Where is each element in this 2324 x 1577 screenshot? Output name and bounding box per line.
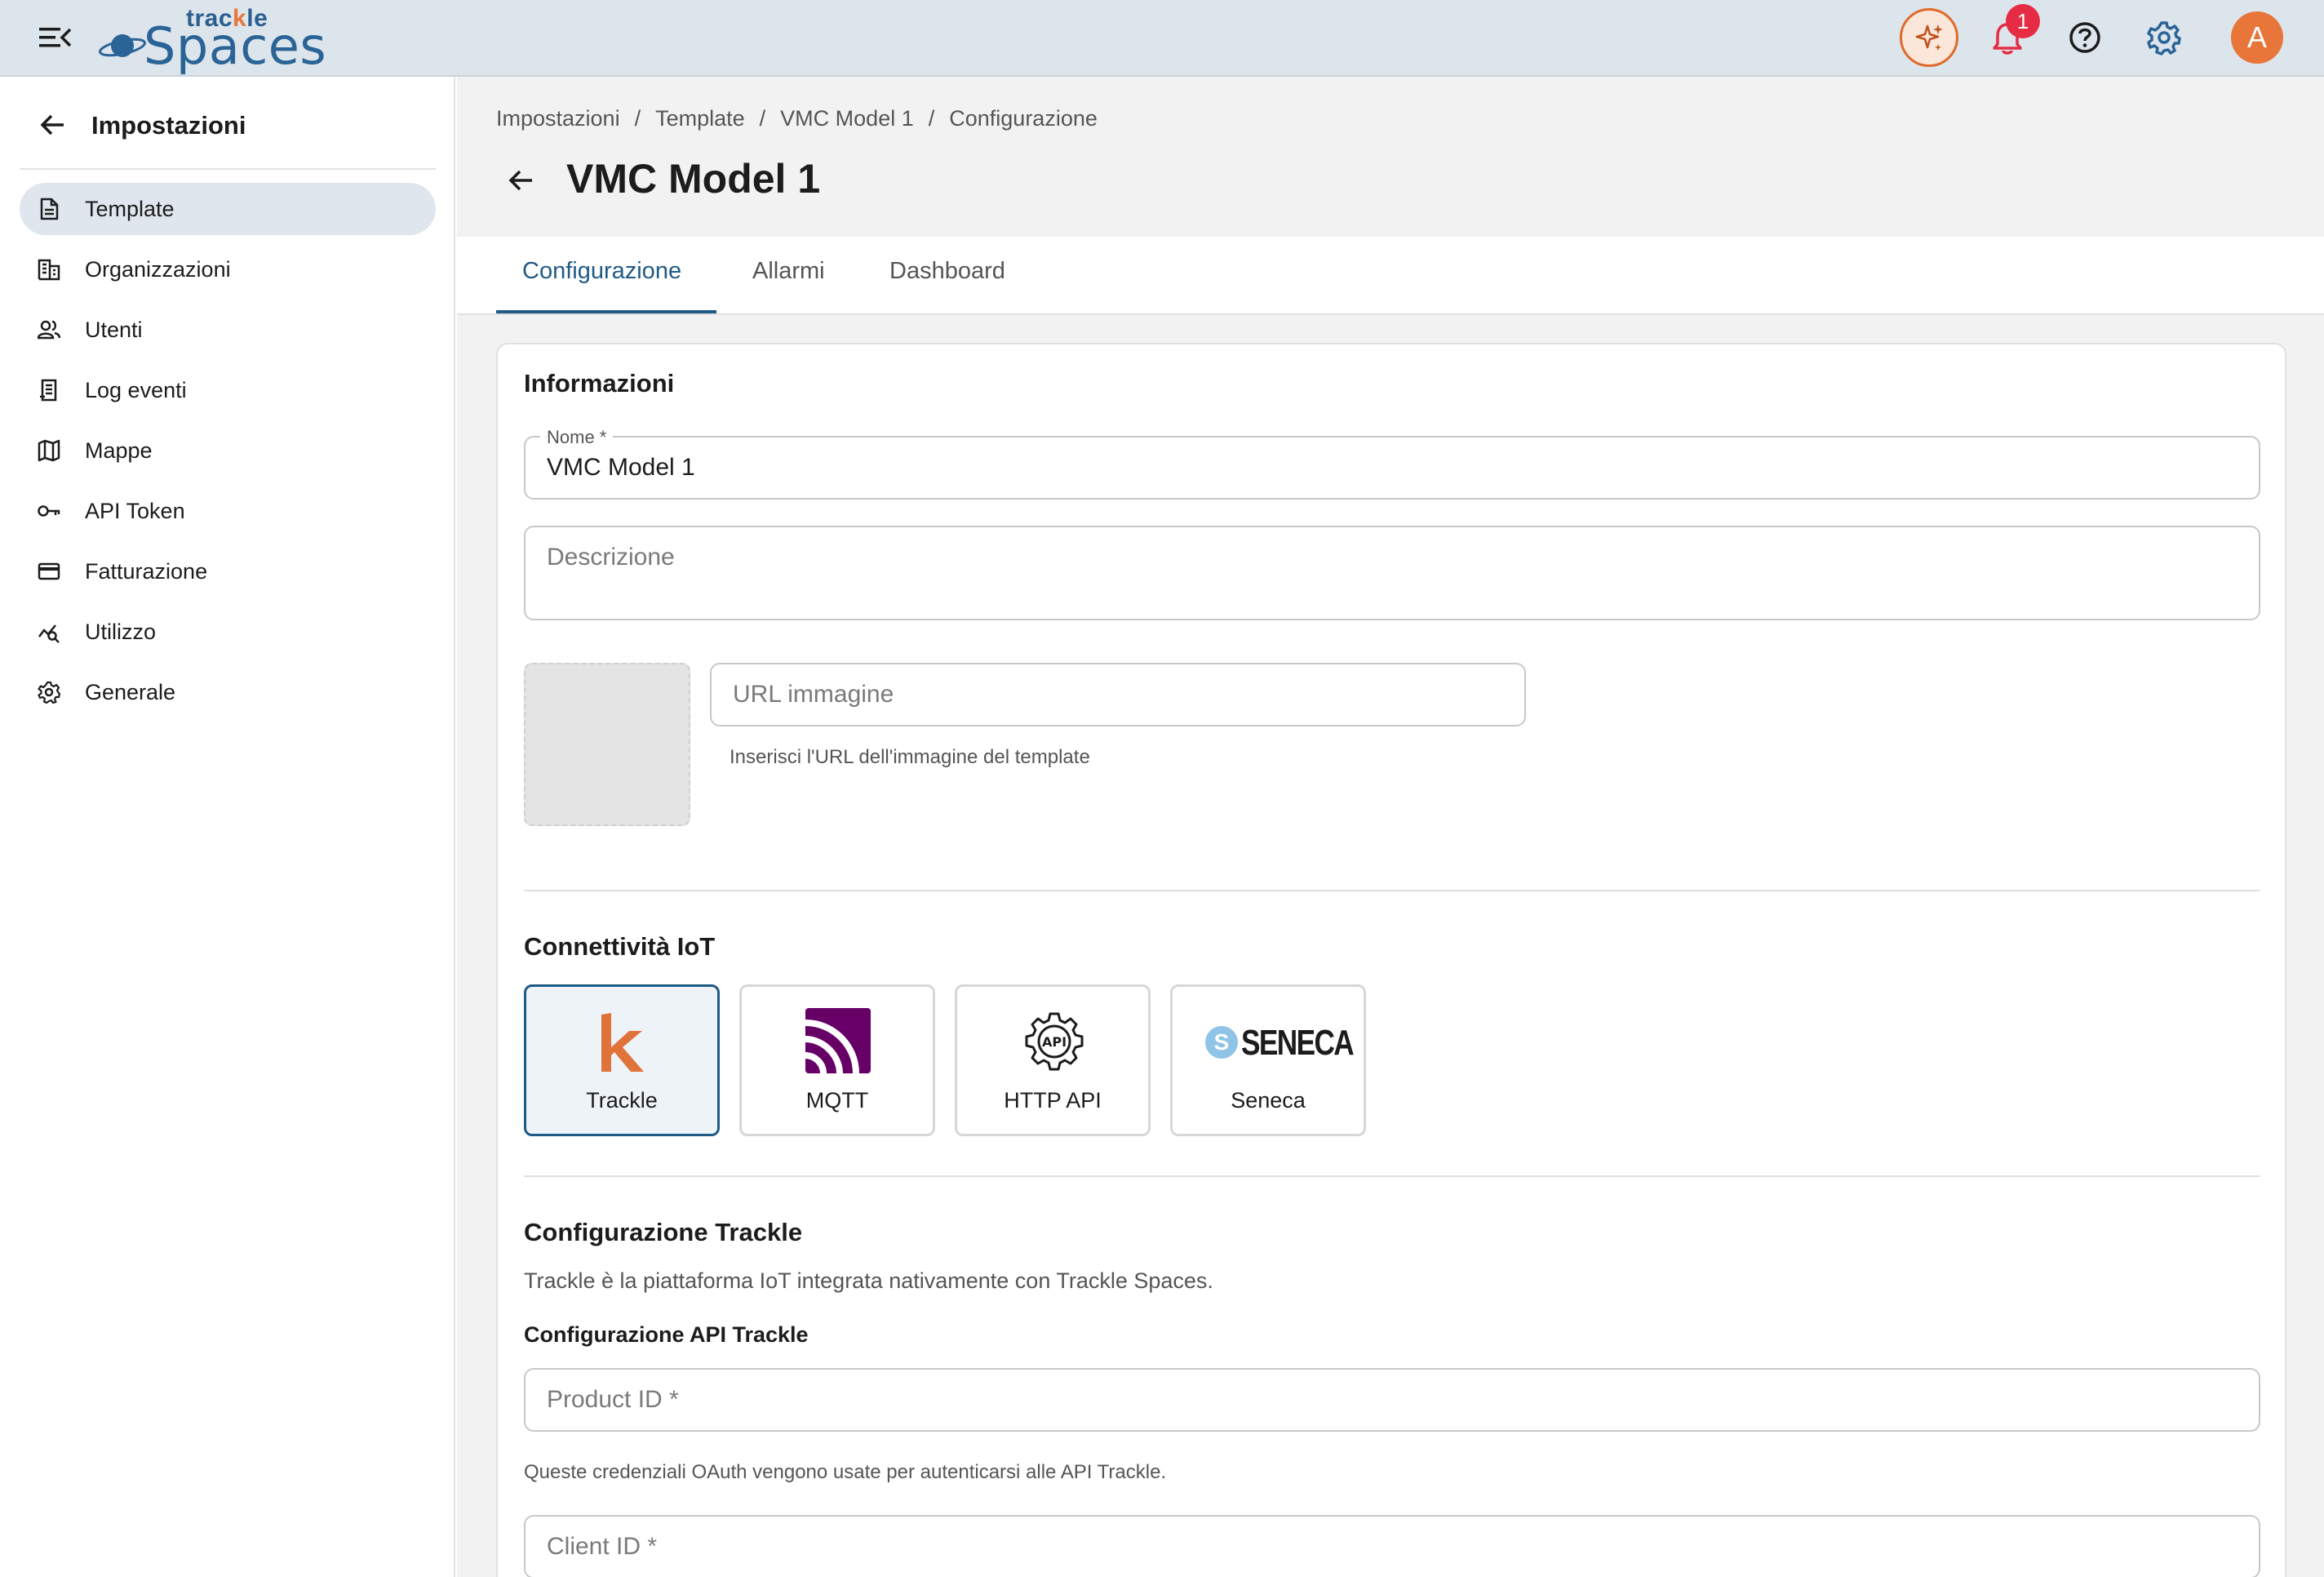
- notification-count-badge: 1: [2006, 4, 2040, 38]
- tab-allarmi[interactable]: Allarmi: [752, 258, 825, 285]
- app-logo[interactable]: trackle Spaces: [98, 5, 326, 76]
- breadcrumb-separator: /: [928, 106, 935, 131]
- user-avatar[interactable]: A: [2231, 11, 2283, 64]
- section-title-configurazione-trackle: Configurazione Trackle: [524, 1218, 803, 1246]
- client-id-input[interactable]: Client ID *: [524, 1515, 2260, 1577]
- section-title-connettivita: Connettività IoT: [524, 932, 716, 961]
- main-content: Impostazioni / Template / VMC Model 1 / Config…: [457, 77, 2324, 1577]
- name-field-label: Nome *: [540, 427, 614, 448]
- api-config-subtitle: Configurazione API Trackle: [524, 1322, 809, 1347]
- image-url-placeholder: URL immagine: [733, 681, 894, 708]
- ai-assistant-button[interactable]: [1900, 8, 1958, 67]
- breadcrumb-separator: /: [634, 106, 641, 131]
- connectivity-option-seneca[interactable]: S SENECA Seneca: [1170, 984, 1366, 1136]
- breadcrumb-item-current: Configurazione: [949, 106, 1098, 131]
- oauth-helper-text: Queste credenziali OAuth vengono usate p…: [524, 1461, 1167, 1483]
- top-bar: trackle Spaces 1 A: [0, 0, 2324, 77]
- connectivity-option-mqtt[interactable]: MQTT: [739, 984, 935, 1136]
- seneca-logo: S SENECA: [1205, 1023, 1355, 1064]
- sidebar-item-fatturazione[interactable]: Fatturazione: [20, 545, 436, 597]
- breadcrumb-item-template[interactable]: Template: [655, 106, 745, 131]
- gear-icon: [38, 681, 60, 704]
- log-icon: [40, 379, 57, 402]
- sidebar-item-log-eventi[interactable]: Log eventi: [20, 364, 436, 416]
- product-id-placeholder: Product ID *: [547, 1386, 679, 1413]
- image-url-input[interactable]: URL immagine: [710, 663, 1526, 726]
- sidebar-item-api-token[interactable]: API Token: [20, 485, 436, 537]
- name-field[interactable]: Nome * VMC Model 1: [524, 427, 2260, 500]
- mqtt-logo-icon: [805, 1008, 871, 1073]
- sidebar-item-generale[interactable]: Generale: [20, 666, 436, 718]
- seneca-s-icon: S: [1205, 1026, 1238, 1059]
- connectivity-label: Seneca: [1231, 1088, 1306, 1113]
- breadcrumb: Impostazioni / Template / VMC Model 1 / Config…: [496, 106, 1098, 131]
- tab-configurazione[interactable]: Configurazione: [522, 258, 681, 285]
- connectivity-label: Trackle: [586, 1088, 658, 1113]
- sidebar-item-template[interactable]: Template: [20, 183, 436, 235]
- sidebar-divider: [20, 168, 436, 170]
- sidebar-item-organizzazioni[interactable]: Organizzazioni: [20, 243, 436, 295]
- description-field[interactable]: Descrizione: [524, 526, 2260, 620]
- menu-collapse-icon[interactable]: [38, 23, 73, 52]
- tab-bar: Configurazione Allarmi Dashboard: [457, 237, 2324, 315]
- page-back-arrow-icon[interactable]: [508, 168, 535, 197]
- breadcrumb-item-impostazioni[interactable]: Impostazioni: [496, 106, 620, 131]
- sidebar-item-label: Utilizzo: [85, 620, 157, 644]
- api-gear-icon: API: [1025, 1012, 1084, 1071]
- sidebar-item-utilizzo[interactable]: Utilizzo: [20, 606, 436, 658]
- seneca-logo-text: SENECA: [1241, 1023, 1355, 1063]
- client-id-placeholder: Client ID *: [547, 1533, 658, 1560]
- image-preview-placeholder: [524, 663, 690, 826]
- sidebar-item-label: Log eventi: [85, 378, 187, 402]
- sidebar-item-label: API Token: [85, 499, 185, 523]
- sparkle-icon: [1915, 24, 1943, 51]
- sidebar-item-label: Utenti: [85, 318, 143, 342]
- sidebar-item-label: Mappe: [85, 438, 153, 463]
- sidebar-item-utenti[interactable]: Utenti: [20, 304, 436, 356]
- logo-spaces: Spaces: [144, 16, 327, 76]
- document-icon: [40, 198, 59, 220]
- sidebar-item-label: Generale: [85, 680, 176, 704]
- page-title: VMC Model 1: [566, 156, 821, 202]
- connectivity-label: MQTT: [805, 1088, 869, 1113]
- connectivity-option-http-api[interactable]: API HTTP API: [955, 984, 1151, 1136]
- key-icon: [38, 505, 60, 517]
- planet-icon: [99, 34, 146, 57]
- trackle-logo-icon: [601, 1013, 644, 1072]
- users-icon: [38, 320, 60, 340]
- connectivity-option-trackle[interactable]: Trackle: [524, 984, 720, 1136]
- map-icon: [38, 439, 60, 462]
- usage-icon: [38, 624, 60, 643]
- back-arrow-icon[interactable]: [39, 113, 67, 141]
- image-url-helper: Inserisci l'URL dell'immagine del templa…: [730, 746, 1090, 768]
- active-tab-indicator: [496, 310, 716, 313]
- tab-dashboard[interactable]: Dashboard: [889, 258, 1005, 285]
- trackle-description: Trackle è la piattaforma IoT integrata n…: [524, 1268, 1213, 1293]
- breadcrumb-separator: /: [759, 106, 766, 131]
- svg-text:API: API: [1042, 1034, 1067, 1050]
- help-icon[interactable]: [2068, 20, 2102, 59]
- sidebar-item-label: Organizzazioni: [85, 257, 231, 282]
- credit-card-icon: [38, 562, 60, 580]
- section-divider: [524, 890, 2260, 891]
- sidebar-header: Impostazioni: [0, 77, 454, 168]
- settings-sidebar: Impostazioni Template Organizzazioni Ute…: [0, 77, 455, 1577]
- section-divider: [524, 1175, 2260, 1177]
- sidebar-item-label: Template: [85, 197, 175, 221]
- connectivity-label: HTTP API: [1004, 1088, 1102, 1113]
- sidebar-item-label: Fatturazione: [85, 559, 208, 584]
- name-field-value: VMC Model 1: [547, 454, 695, 481]
- breadcrumb-item-model[interactable]: VMC Model 1: [780, 106, 914, 131]
- settings-gear-icon[interactable]: [2146, 20, 2182, 60]
- configuration-card: Informazioni Nome * VMC Model 1 Descrizi…: [496, 343, 2286, 1577]
- section-title-informazioni: Informazioni: [524, 369, 675, 398]
- sidebar-title: Impostazioni: [91, 111, 246, 140]
- building-icon: [38, 259, 60, 281]
- description-placeholder: Descrizione: [547, 544, 675, 571]
- product-id-input[interactable]: Product ID *: [524, 1368, 2260, 1432]
- sidebar-item-mappe[interactable]: Mappe: [20, 424, 436, 477]
